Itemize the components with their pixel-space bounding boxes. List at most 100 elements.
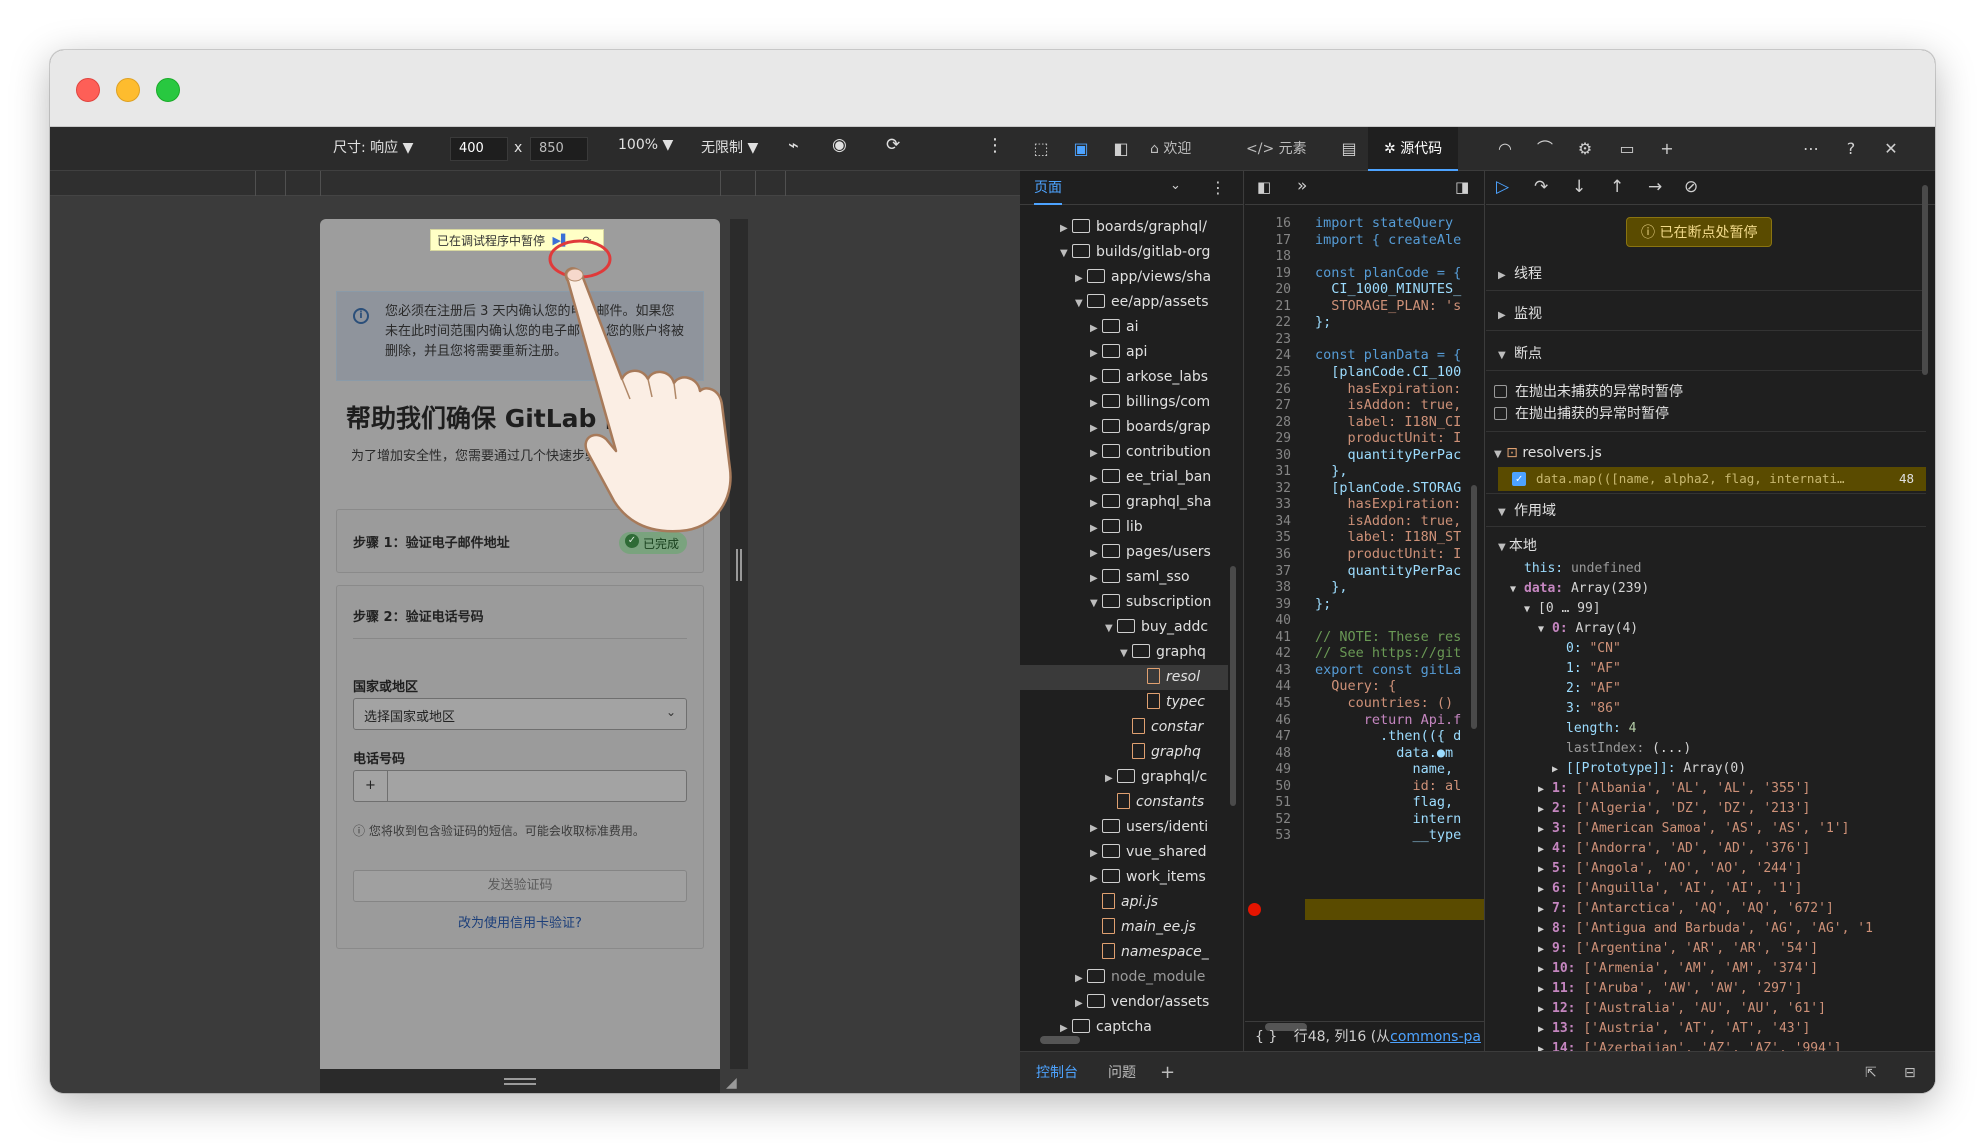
caret-right-icon[interactable]: ▶	[1075, 991, 1087, 1015]
tree-item[interactable]: ▼ graphq	[1020, 640, 1228, 665]
step-over-icon[interactable]: ↷	[1534, 177, 1548, 197]
code-line[interactable]: STORAGE_PLAN: 's	[1315, 296, 1461, 317]
send-code-button[interactable]: 发送验证码	[353, 870, 687, 902]
caret-right-icon[interactable]: ▶	[1090, 841, 1102, 865]
scope-entry[interactable]: ▶ 3: ['American Samoa', 'AS', 'AS', '1']	[1538, 819, 1849, 840]
tab-elements[interactable]: </> 元素	[1246, 127, 1307, 171]
tree-item[interactable]: ▶ arkose_labs	[1020, 365, 1228, 390]
caret-right-icon[interactable]: ▶	[1538, 1020, 1552, 1040]
scope-entry[interactable]: ▼ data: Array(239)	[1510, 579, 1649, 600]
code-line[interactable]: __type	[1315, 825, 1462, 846]
caret-down-icon[interactable]: ▼	[1120, 641, 1132, 665]
caret-right-icon[interactable]: ▶	[1075, 266, 1087, 290]
caret-down-icon[interactable]: ▼	[1524, 600, 1538, 620]
caret-down-icon[interactable]: ▼	[1060, 241, 1072, 265]
height-input[interactable]: 850	[530, 137, 588, 161]
close-drawer-icon[interactable]: ⊟	[1904, 1052, 1916, 1093]
caret-right-icon[interactable]: ▶	[1538, 900, 1552, 920]
tree-item[interactable]: ▶ vue_shared	[1020, 840, 1228, 865]
scope-entry[interactable]: ▶ 9: ['Argentina', 'AR', 'AR', '54']	[1538, 939, 1818, 960]
breakpoint-entry[interactable]: ✓ data.map(([name, alpha2, flag, interna…	[1498, 467, 1926, 491]
scope-entry[interactable]: ▶ 7: ['Antarctica', 'AQ', 'AQ', '672']	[1538, 899, 1834, 920]
tree-item[interactable]: ▶ pages/users	[1020, 540, 1228, 565]
tab-sources[interactable]: ✲ 源代码	[1368, 127, 1459, 171]
tree-item[interactable]: ▼ ee/app/assets	[1020, 290, 1228, 315]
tree-item[interactable]: ▶ vendor/assets	[1020, 990, 1228, 1015]
tab-welcome[interactable]: ⌂ 欢迎	[1150, 127, 1191, 171]
tree-item[interactable]: ▶ ai	[1020, 315, 1228, 340]
scope-entry[interactable]: this: undefined	[1524, 559, 1641, 579]
tree-item[interactable]: ▶ app/views/sha	[1020, 265, 1228, 290]
caret-right-icon[interactable]: ▶	[1538, 820, 1552, 840]
tree-item[interactable]: constar	[1020, 715, 1228, 740]
throttle-dropdown[interactable]: 无限制 ▼	[701, 137, 758, 157]
more-options-icon[interactable]: ⋮	[1210, 178, 1226, 197]
section-breakpoints[interactable]: ▼ 断点	[1486, 337, 1926, 371]
add-drawer-tab-icon[interactable]: +	[1160, 1052, 1175, 1093]
more-tabs-icon[interactable]: »	[1297, 176, 1307, 196]
caret-right-icon[interactable]: ▶	[1538, 860, 1552, 880]
scope-entry[interactable]: lastIndex: (...)	[1566, 739, 1691, 759]
step-icon[interactable]: →	[1648, 177, 1662, 197]
tree-item[interactable]: ▶ billings/com	[1020, 390, 1228, 415]
zoom-window-button[interactable]	[156, 78, 180, 102]
toggle-navigator-icon[interactable]: ◧	[1257, 178, 1271, 196]
tree-item[interactable]: ▶ contribution	[1020, 440, 1228, 465]
gear-icon[interactable]: ⚙	[1574, 138, 1596, 160]
dock-side-icon[interactable]: ◧	[1110, 138, 1132, 160]
caret-down-icon[interactable]: ▼	[1510, 580, 1524, 600]
viewport-resize-handle[interactable]	[730, 219, 748, 1069]
tab-page[interactable]: 页面	[1034, 171, 1062, 205]
caret-right-icon[interactable]: ▶	[1090, 441, 1102, 465]
scope-entry[interactable]: length: 4	[1566, 719, 1636, 739]
tree-item[interactable]: ▶ saml_sso	[1020, 565, 1228, 590]
scope-entry[interactable]: ▶ 8: ['Antigua and Barbuda', 'AG', 'AG', …	[1538, 919, 1873, 940]
caret-right-icon[interactable]: ▶	[1538, 800, 1552, 820]
tree-item[interactable]: ▼ subscription	[1020, 590, 1228, 615]
toggle-debugger-icon[interactable]: ◨	[1455, 178, 1469, 196]
code-line[interactable]: };	[1315, 594, 1331, 615]
performance-icon[interactable]: ⌒	[1534, 138, 1556, 160]
eye-icon[interactable]: ◉	[832, 135, 847, 155]
caret-right-icon[interactable]: ▶	[1538, 1040, 1552, 1051]
caret-right-icon[interactable]: ▶	[1105, 766, 1117, 790]
scope-entry[interactable]: ▶ 14: ['Azerbaijan', 'AZ', 'AZ', '994']	[1538, 1039, 1842, 1051]
tree-item[interactable]: namespace_	[1020, 940, 1228, 965]
scope-entry[interactable]: ▶ 2: ['Algeria', 'DZ', 'DZ', '213']	[1538, 799, 1810, 820]
close-devtools-icon[interactable]: ✕	[1880, 138, 1902, 160]
section-threads[interactable]: ▶ 线程	[1486, 257, 1926, 291]
resume-icon[interactable]: ▶▌	[551, 231, 571, 249]
scope-entry[interactable]: ▶ 1: ['Albania', 'AL', 'AL', '355']	[1538, 779, 1810, 800]
scope-entry[interactable]: ▶ 11: ['Aruba', 'AW', 'AW', '297']	[1538, 979, 1802, 1000]
country-select[interactable]: 选择国家或地区 ⌄	[353, 698, 687, 730]
scope-local[interactable]: ▼ 本地	[1498, 535, 1537, 555]
tree-item[interactable]: ▶ work_items	[1020, 865, 1228, 890]
caret-right-icon[interactable]: ▶	[1090, 516, 1102, 540]
add-tab-icon[interactable]: +	[1656, 138, 1678, 160]
code-line[interactable]: import { createAle	[1315, 230, 1461, 251]
inspect-element-icon[interactable]: ⬚	[1030, 138, 1052, 160]
caret-right-icon[interactable]: ▶	[1538, 1000, 1552, 1020]
bottom-resize-handle[interactable]	[504, 1078, 536, 1080]
tree-item[interactable]: ▶ lib	[1020, 515, 1228, 540]
caret-right-icon[interactable]: ▶	[1538, 920, 1552, 940]
wifi-icon[interactable]: ◠	[1494, 138, 1516, 160]
breakpoint-file[interactable]: ▼ ⊡ resolvers.js	[1494, 441, 1602, 465]
close-window-button[interactable]	[76, 78, 100, 102]
tree-item[interactable]: ▶ graphql_sha	[1020, 490, 1228, 515]
caret-right-icon[interactable]: ▶	[1090, 391, 1102, 415]
tree-item[interactable]: api.js	[1020, 890, 1228, 915]
caret-right-icon[interactable]: ▶	[1060, 216, 1072, 240]
deactivate-breakpoints-icon[interactable]: ⊘	[1684, 177, 1698, 197]
chevron-down-icon[interactable]: ⌄	[1170, 178, 1181, 193]
resume-icon[interactable]: ▷	[1496, 177, 1509, 197]
vertical-scrollbar[interactable]	[1230, 566, 1236, 806]
credit-card-link[interactable]: 改为使用信用卡验证?	[353, 912, 687, 931]
zoom-dropdown[interactable]: 100% ▼	[618, 137, 673, 153]
tree-item[interactable]: graphq	[1020, 740, 1228, 765]
caret-down-icon[interactable]: ▼	[1105, 616, 1117, 640]
caret-right-icon[interactable]: ▶	[1538, 780, 1552, 800]
pause-caught-checkbox[interactable]: 在抛出捕获的异常时暂停	[1494, 403, 1669, 425]
caret-right-icon[interactable]: ▶	[1552, 760, 1566, 780]
rotate-icon[interactable]: ⟳	[886, 135, 900, 155]
